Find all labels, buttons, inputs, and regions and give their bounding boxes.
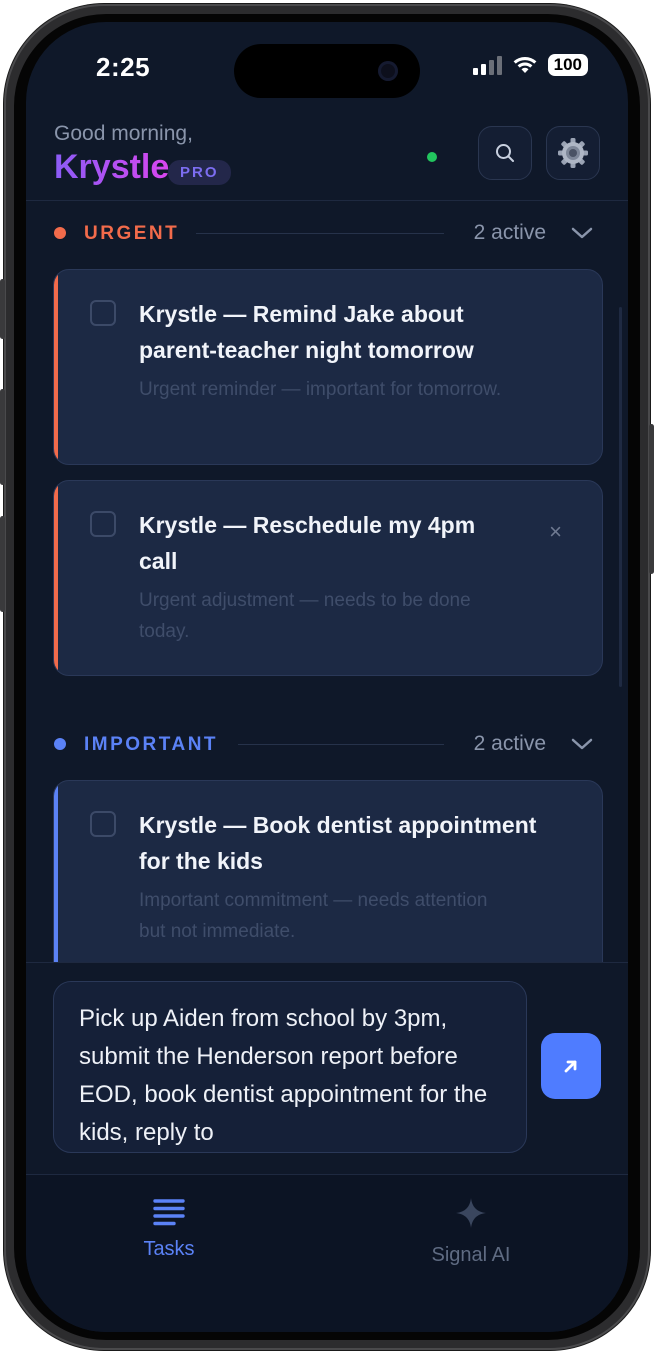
section-title: URGENT (84, 223, 180, 244)
important-dot (54, 738, 66, 750)
task-checkbox[interactable] (90, 811, 116, 837)
wifi-icon (513, 57, 537, 73)
task-title: Krystle — Book dentist appointment for t… (139, 812, 537, 874)
power-button (649, 424, 654, 574)
section-important-header[interactable]: IMPORTANT 2 active (26, 724, 628, 764)
section-count: 2 active (473, 221, 546, 244)
list-icon (153, 1199, 185, 1226)
tab-label: Tasks (143, 1238, 195, 1260)
task-subtitle: Urgent reminder — important for tomorrow… (139, 379, 502, 400)
send-button[interactable] (541, 1033, 601, 1099)
status-indicators: 100 (472, 54, 588, 76)
search-icon (496, 144, 514, 162)
section-title: IMPORTANT (84, 734, 219, 755)
app-screen: 2:25 100 Good morning, Krystle PRO URGEN… (26, 22, 628, 1332)
battery-indicator: 100 (547, 54, 588, 76)
chevron-down-icon[interactable] (570, 736, 594, 752)
settings-button[interactable] (546, 126, 600, 180)
task-card[interactable]: Krystle — Book dentist appointment for t… (53, 780, 603, 982)
chevron-down-icon[interactable] (570, 225, 594, 241)
important-accent-bar (54, 781, 58, 981)
tab-bar: Tasks Signal AI (26, 1174, 628, 1332)
task-card[interactable]: Krystle — Remind Jake about parent-teach… (53, 269, 603, 465)
app-header: Good morning, Krystle PRO (26, 118, 628, 201)
urgent-dot (54, 227, 66, 239)
task-checkbox[interactable] (90, 511, 116, 537)
tab-label: Signal AI (431, 1244, 511, 1266)
task-subtitle: Urgent adjustment — needs to be done tod… (139, 590, 471, 642)
urgent-accent-bar (54, 270, 58, 464)
greeting-text: Good morning, (54, 122, 193, 145)
dynamic-island (234, 44, 420, 98)
section-divider (238, 744, 444, 745)
section-divider (196, 233, 444, 234)
user-name: Krystle (54, 148, 170, 186)
task-input-text: Pick up Aiden from school by 3pm, submit… (79, 1005, 488, 1146)
camera-icon (378, 61, 398, 81)
task-title: Krystle — Remind Jake about parent-teach… (139, 301, 474, 363)
tab-signal-ai[interactable]: Signal AI (416, 1197, 526, 1267)
section-count: 2 active (473, 732, 546, 755)
gear-icon (558, 138, 588, 168)
urgent-accent-bar (54, 481, 58, 675)
scrollbar[interactable] (619, 307, 622, 687)
task-title: Krystle — Reschedule my 4pm call (139, 512, 476, 574)
dismiss-task-button[interactable]: × (549, 519, 562, 545)
search-button[interactable] (478, 126, 532, 180)
sparkle-icon (456, 1198, 486, 1228)
pro-badge: PRO (168, 160, 231, 185)
status-time: 2:25 (96, 52, 151, 82)
cellular-signal-icon (472, 55, 502, 75)
volume-down-button (0, 516, 5, 612)
task-subtitle: Important commitment — needs attention b… (139, 890, 488, 942)
task-checkbox[interactable] (90, 300, 116, 326)
task-input[interactable]: Pick up Aiden from school by 3pm, submit… (53, 981, 527, 1153)
volume-up-button (0, 389, 5, 485)
action-button (0, 279, 5, 339)
online-status-dot (427, 152, 437, 162)
tab-tasks[interactable]: Tasks (124, 1197, 214, 1261)
arrow-up-right-icon (564, 1060, 577, 1073)
composer-bar: Pick up Aiden from school by 3pm, submit… (26, 962, 628, 1175)
section-urgent-header[interactable]: URGENT 2 active (26, 213, 628, 253)
task-card[interactable]: Krystle — Reschedule my 4pm call × Urgen… (53, 480, 603, 676)
